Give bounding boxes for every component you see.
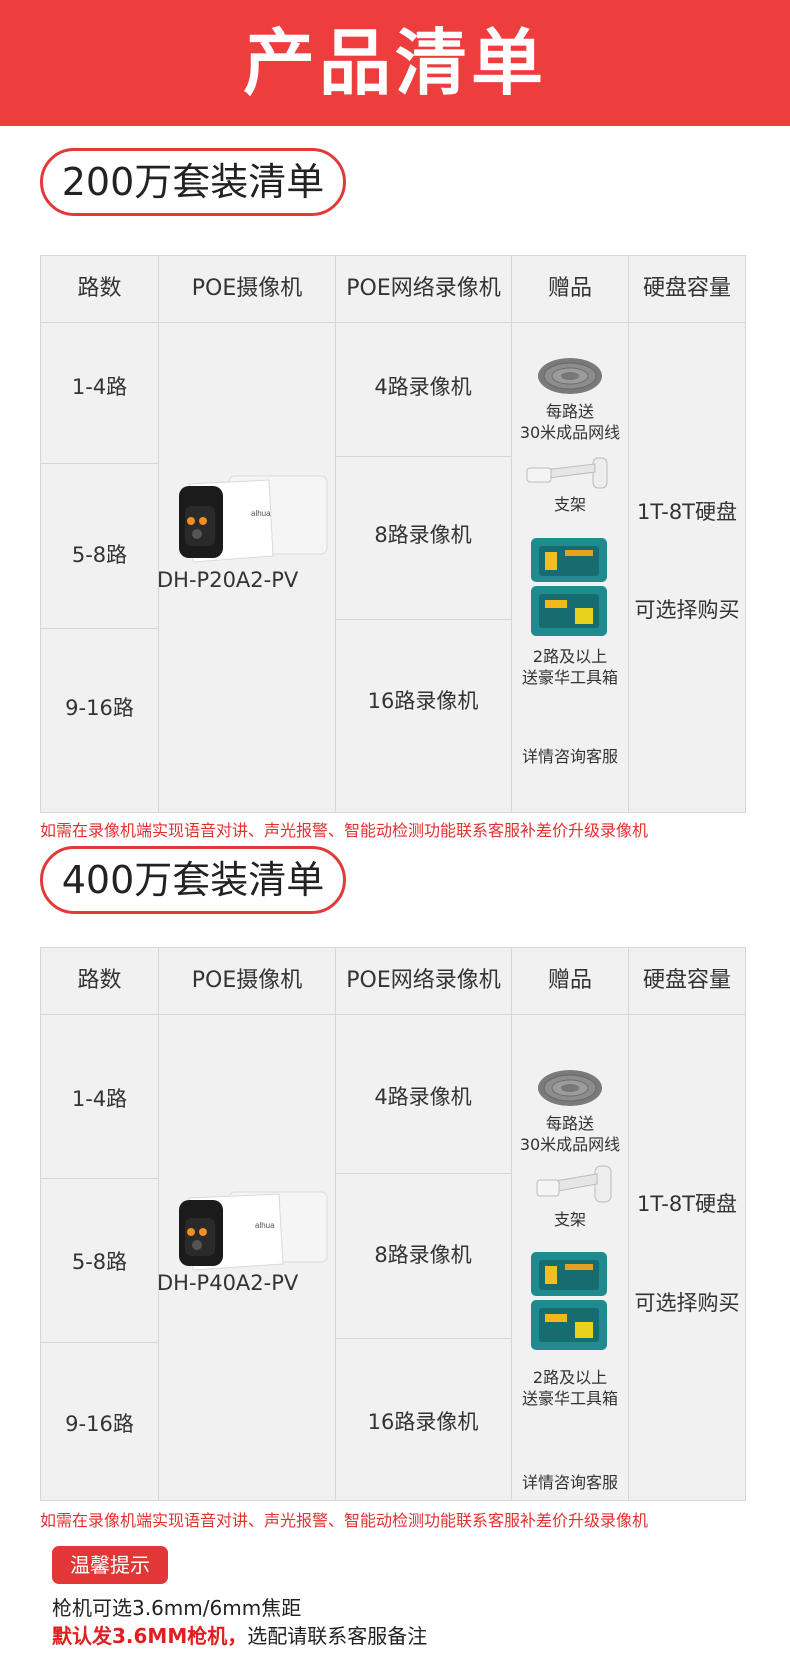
package-title-pill-200: 200万套装清单	[40, 148, 346, 216]
upgrade-note-400: 如需在录像机端实现语音对讲、声光报警、智能动检测功能联系客服补差价升级录像机	[40, 1511, 649, 1530]
bracket-icon	[536, 1165, 612, 1203]
svg-text:alhua: alhua	[255, 1221, 275, 1230]
gift-toolbox-line2: 送豪华工具箱	[521, 1389, 618, 1408]
network-cable-icon	[538, 358, 602, 394]
column-header-disk: 硬盘容量	[642, 276, 731, 301]
row-label-5-8: 5-8路	[71, 1250, 128, 1274]
package-table-200: 路数 POE摄像机 POE网络录像机 赠品 硬盘容量 1-4路 5-8路 9-1…	[40, 255, 746, 813]
gift-bracket: 支架	[553, 495, 586, 514]
gift-toolbox-line1: 2路及以上	[532, 1368, 608, 1387]
camera-image: alhua	[179, 1191, 328, 1271]
gift-toolbox-line2: 送豪华工具箱	[521, 668, 618, 687]
row-label-1-4: 1-4路	[71, 1087, 128, 1111]
gift-consult: 详情咨询客服	[521, 1473, 618, 1492]
tips-line2-bold: 默认发3.6MM枪机，	[52, 1624, 248, 1648]
disk-optional: 可选择购买	[634, 598, 740, 622]
gift-consult: 详情咨询客服	[521, 747, 618, 766]
camera-image: alhua	[179, 475, 328, 563]
page-title: 产品清单	[242, 21, 547, 105]
column-header-channels: 路数	[77, 276, 122, 301]
package-title: 400万套装清单	[61, 858, 325, 902]
disk-optional: 可选择购买	[634, 1291, 740, 1315]
column-header-camera: POE摄像机	[191, 276, 303, 301]
package-title: 200万套装清单	[61, 160, 325, 204]
row-label-9-16: 9-16路	[65, 1412, 134, 1436]
gift-cable-line1: 每路送	[545, 402, 594, 421]
row-label-9-16: 9-16路	[65, 696, 134, 720]
nvr-16ch: 16路录像机	[367, 689, 479, 713]
tips-line2-rest: 选配请联系客服备注	[247, 1624, 428, 1648]
tips-line2: 默认发3.6MM枪机，选配请联系客服备注	[52, 1620, 427, 1649]
column-header-channels: 路数	[77, 968, 122, 993]
column-header-nvr: POE网络录像机	[346, 968, 501, 993]
camera-model: DH-P40A2-PV	[157, 1271, 299, 1295]
gift-toolbox-line1: 2路及以上	[532, 647, 608, 666]
toolbox-icon	[531, 1252, 607, 1350]
column-header-nvr: POE网络录像机	[346, 276, 501, 301]
nvr-8ch: 8路录像机	[374, 523, 472, 547]
svg-text:alhua: alhua	[251, 509, 271, 518]
disk-capacity: 1T-8T硬盘	[636, 500, 738, 524]
toolbox-icon	[531, 538, 607, 636]
upgrade-note-200: 如需在录像机端实现语音对讲、声光报警、智能动检测功能联系客服补差价升级录像机	[40, 821, 649, 840]
gift-cable-line2: 30米成品网线	[519, 423, 621, 442]
nvr-8ch: 8路录像机	[374, 1243, 472, 1267]
gift-cable-line2: 30米成品网线	[519, 1135, 621, 1154]
nvr-16ch: 16路录像机	[367, 1410, 479, 1434]
bracket-icon	[526, 457, 608, 489]
tips-badge: 温馨提示	[52, 1546, 168, 1584]
column-header-disk: 硬盘容量	[642, 968, 731, 993]
page-header: 产品清单	[0, 0, 790, 126]
nvr-4ch: 4路录像机	[374, 375, 472, 399]
tips-line1: 枪机可选3.6mm/6mm焦距	[52, 1596, 302, 1620]
gift-cable-line1: 每路送	[545, 1114, 594, 1133]
column-header-gifts: 赠品	[547, 968, 592, 993]
package-title-pill-400: 400万套装清单	[40, 846, 346, 914]
column-header-gifts: 赠品	[547, 276, 592, 301]
row-label-1-4: 1-4路	[71, 375, 128, 399]
gift-bracket: 支架	[553, 1210, 586, 1229]
nvr-4ch: 4路录像机	[374, 1085, 472, 1109]
column-header-camera: POE摄像机	[191, 968, 303, 993]
disk-capacity: 1T-8T硬盘	[636, 1192, 738, 1216]
row-label-5-8: 5-8路	[71, 543, 128, 567]
package-table-400: 路数 POE摄像机 POE网络录像机 赠品 硬盘容量 1-4路 5-8路 9-1…	[40, 947, 746, 1501]
camera-model: DH-P20A2-PV	[157, 568, 299, 592]
network-cable-icon	[538, 1070, 602, 1106]
